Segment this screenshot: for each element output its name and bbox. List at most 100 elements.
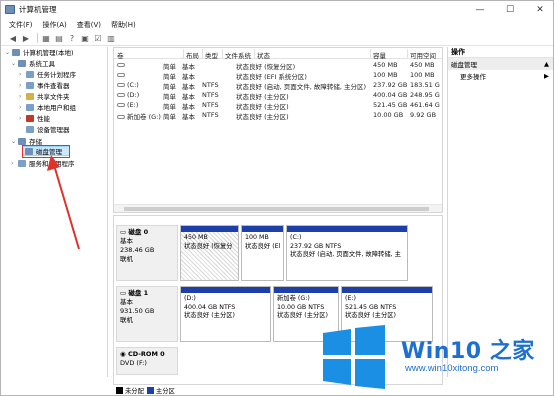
menu-file[interactable]: 文件(F) <box>9 20 33 30</box>
win10-watermark: Win10 之家 www.win10xitong.com <box>301 317 553 395</box>
services-icon <box>18 159 26 167</box>
table-row[interactable]: 简单 基本 状态良好 (EFI 系统分区) 100 MB 100 MB <box>114 70 442 81</box>
partition-efi[interactable]: 100 MB 状态良好 (El <box>241 225 284 281</box>
menu-view[interactable]: 查看(V) <box>77 20 101 30</box>
device-manager-icon <box>26 125 34 133</box>
actions-header: 操作 <box>448 47 553 58</box>
volume-icon <box>117 63 125 67</box>
column-header-free-space[interactable]: 可用空间 <box>410 50 436 60</box>
actions-section-disk-management[interactable]: 磁盘管理 ▲ <box>448 58 553 70</box>
horizontal-scrollbar[interactable] <box>114 204 442 212</box>
performance-icon <box>26 114 34 122</box>
watermark-title: Win10 之家 <box>401 339 535 364</box>
storage-icon <box>18 137 26 145</box>
volume-icon <box>117 83 125 87</box>
disk-1-label[interactable]: ▭ 磁盘 1 基本 931.50 GB 联机 <box>116 286 178 342</box>
table-row[interactable]: (D:) 简单 基本 NTFS 状态良好 (主分区) 400.04 GB 248… <box>114 90 442 101</box>
tree-item-label: 设备管理器 <box>37 126 70 134</box>
collapse-icon[interactable]: ⌄ <box>11 138 18 145</box>
table-row[interactable]: 简单 基本 状态良好 (恢复分区) 450 MB 450 MB <box>114 60 442 71</box>
tree-item-label: 系统工具 <box>29 60 55 68</box>
partition-c[interactable]: (C:) 237.92 GB NTFS 状态良好 (启动, 页面文件, 故障转储, … <box>286 225 408 281</box>
tree-item-task-scheduler[interactable]: › 任务计划程序 <box>19 69 76 79</box>
expand-icon[interactable]: › <box>19 71 26 78</box>
menu-bar: 文件(F) 操作(A) 查看(V) 帮助(H) <box>1 18 553 31</box>
menu-help[interactable]: 帮助(H) <box>111 20 136 30</box>
table-row[interactable]: (E:) 简单 基本 NTFS 状态良好 (主分区) 521.45 GB 461… <box>114 100 442 111</box>
cdrom-0-label[interactable]: ◉ CD-ROM 0 DVD (F:) <box>116 347 178 375</box>
table-row[interactable]: (C:) 简单 基本 NTFS 状态良好 (启动, 页面文件, 故障转储, 主分… <box>114 80 442 91</box>
legend-swatch-unallocated <box>116 386 123 394</box>
tree-item-label: 事件查看器 <box>37 82 70 90</box>
back-icon[interactable]: ◀ <box>8 33 18 43</box>
expand-icon[interactable]: › <box>11 160 18 167</box>
expand-icon[interactable]: › <box>19 104 26 111</box>
collapse-arrow-icon[interactable]: ▲ <box>544 60 549 68</box>
column-header-volume[interactable]: 卷 <box>117 50 124 60</box>
tree-item-label: 任务计划程序 <box>37 71 76 79</box>
tools-icon <box>18 59 26 67</box>
collapse-icon[interactable]: ⌄ <box>11 60 18 67</box>
disk-view-icon[interactable]: ▥ <box>106 33 116 43</box>
minimize-button[interactable]: — <box>465 1 495 18</box>
toolbar: ◀ ▶ ▦ ▤ ? ▣ ☑ ▥ <box>1 31 553 46</box>
volume-list: 卷 布局 类型 文件系统 状态 容量 可用空间 简单 基本 状态良好 (恢复分区… <box>113 47 443 213</box>
collapse-icon[interactable]: ⌄ <box>5 49 12 56</box>
properties-icon[interactable]: ▤ <box>54 33 64 43</box>
windows-logo-icon <box>323 325 385 389</box>
tree-item-label: 本地用户和组 <box>37 104 76 112</box>
tree-item-label: 共享文件夹 <box>37 93 70 101</box>
volume-icon <box>117 103 125 107</box>
maximize-button[interactable]: ☐ <box>495 1 525 18</box>
tree-item-event-viewer[interactable]: › 事件查看器 <box>19 80 70 90</box>
volume-icon <box>117 73 125 77</box>
tree-item-performance[interactable]: › 性能 <box>19 113 50 123</box>
console-icon[interactable]: ▣ <box>80 33 90 43</box>
annotation-arrow-icon <box>47 155 80 250</box>
disk-0-row[interactable]: ▭ 磁盘 0 基本 238.46 GB 联机 450 MB 状态良好 (恢复分 1… <box>116 225 436 281</box>
users-icon <box>26 103 34 111</box>
table-row[interactable]: 新加卷 (G:) 简单 基本 NTFS 状态良好 (主分区) 10.00 GB … <box>114 110 442 121</box>
toolbar-separator <box>37 33 38 43</box>
disk-0-label[interactable]: ▭ 磁盘 0 基本 238.46 GB 联机 <box>116 225 178 281</box>
event-viewer-icon <box>26 81 34 89</box>
tree-item-device-manager[interactable]: 设备管理器 <box>19 124 70 134</box>
title-bar: 计算机管理 — ☐ ✕ <box>1 1 553 18</box>
tree-item-local-users[interactable]: › 本地用户和组 <box>19 102 76 112</box>
scrollbar-thumb[interactable] <box>124 207 429 211</box>
more-actions-item[interactable]: 更多操作 ▶ <box>448 70 553 81</box>
partition-recovery[interactable]: 450 MB 状态良好 (恢复分 <box>180 225 239 281</box>
legend-swatch-primary <box>146 386 154 394</box>
volume-icon <box>117 93 125 97</box>
tree-root-label: 计算机管理(本地) <box>23 49 74 57</box>
submenu-arrow-icon: ▶ <box>544 71 549 80</box>
expand-icon[interactable]: › <box>19 93 26 100</box>
menu-action[interactable]: 操作(A) <box>43 20 67 30</box>
cdrom-icon: ◉ <box>120 350 128 358</box>
show-tree-icon[interactable]: ▦ <box>41 33 51 43</box>
column-header-filesystem[interactable]: 文件系统 <box>225 50 251 60</box>
forward-icon[interactable]: ▶ <box>21 33 31 43</box>
clock-icon <box>26 70 34 78</box>
folder-icon <box>26 92 34 100</box>
tree-item-label: 性能 <box>37 115 50 123</box>
help-icon[interactable]: ? <box>67 33 77 43</box>
tree-item-shared-folders[interactable]: › 共享文件夹 <box>19 91 70 101</box>
computer-management-icon <box>5 5 15 14</box>
checklist-icon[interactable]: ☑ <box>93 33 103 43</box>
partition-d[interactable]: (D:) 400.04 GB NTFS 状态良好 (主分区) <box>180 286 271 342</box>
window-title: 计算机管理 <box>19 5 57 14</box>
computer-management-window: 计算机管理 — ☐ ✕ 文件(F) 操作(A) 查看(V) 帮助(H) ◀ ▶ … <box>0 0 554 396</box>
computer-icon <box>12 48 20 56</box>
column-header-capacity[interactable]: 容量 <box>373 50 386 60</box>
expand-icon[interactable]: › <box>19 115 26 122</box>
close-button[interactable]: ✕ <box>525 1 553 18</box>
volume-list-header: 卷 布局 类型 文件系统 状态 容量 可用空间 <box>114 48 442 60</box>
expand-icon[interactable]: › <box>19 82 26 89</box>
volume-icon <box>117 115 125 119</box>
tree-item-system-tools[interactable]: ⌄ 系统工具 <box>11 58 55 68</box>
column-header-layout[interactable]: 布局 <box>186 50 199 60</box>
column-header-status[interactable]: 状态 <box>257 50 270 60</box>
column-header-type[interactable]: 类型 <box>205 50 218 60</box>
tree-root[interactable]: ⌄ 计算机管理(本地) <box>5 47 74 57</box>
